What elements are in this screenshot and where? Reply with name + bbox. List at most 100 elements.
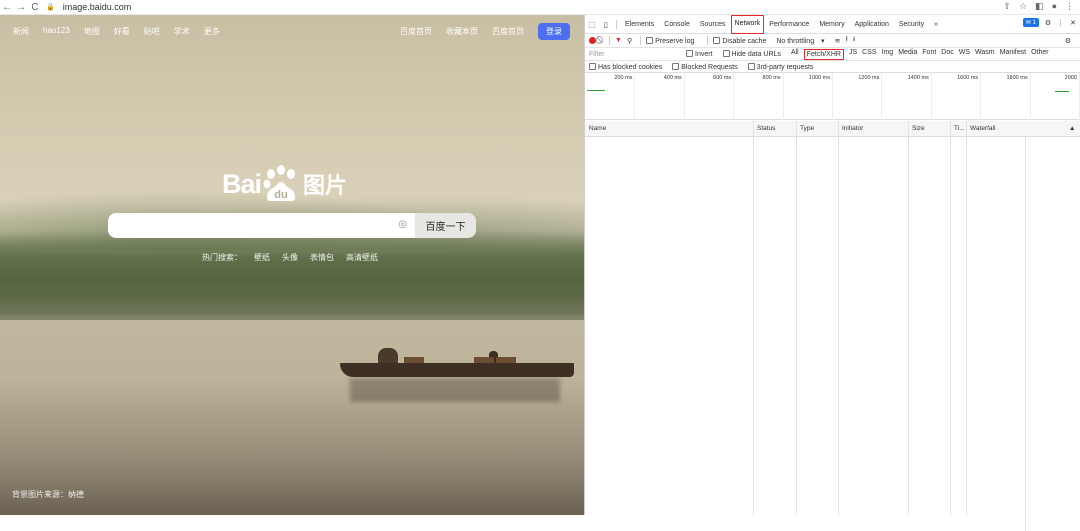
- nav-link[interactable]: 好看: [114, 26, 130, 37]
- column-header-name[interactable]: Name: [589, 125, 606, 132]
- nav-link[interactable]: 贴吧: [144, 26, 160, 37]
- tab-network[interactable]: Network: [730, 14, 765, 34]
- type-filter-doc[interactable]: Doc: [941, 49, 953, 60]
- nav-link[interactable]: 百度首页: [492, 26, 524, 37]
- filter-input[interactable]: Filter: [589, 51, 681, 58]
- hot-search-link[interactable]: 高清壁纸: [346, 252, 378, 263]
- timeline-tick-label: 1800 ms: [1006, 75, 1028, 81]
- invert-checkbox[interactable]: Invert: [686, 50, 718, 58]
- login-button[interactable]: 登录: [538, 22, 570, 40]
- reload-icon[interactable]: C: [28, 2, 42, 13]
- settings-gear-icon[interactable]: ⚙: [1045, 19, 1051, 27]
- star-icon[interactable]: ☆: [1019, 1, 1027, 12]
- hot-search-link[interactable]: 头像: [282, 252, 298, 263]
- background-trees: [0, 230, 584, 315]
- column-header-ti[interactable]: Ti...: [954, 125, 965, 132]
- tab-performance[interactable]: Performance: [764, 15, 814, 34]
- column-divider: [753, 121, 754, 515]
- has-blocked-cookies-checkbox[interactable]: Has blocked cookies: [589, 62, 667, 71]
- type-filter-other[interactable]: Other: [1031, 49, 1049, 60]
- tab-application[interactable]: Application: [850, 15, 894, 34]
- download-icon[interactable]: ⭳: [853, 35, 855, 46]
- search-icon[interactable]: ⚲: [627, 37, 632, 45]
- nav-link[interactable]: 新闻: [13, 26, 29, 37]
- preserve-log-checkbox[interactable]: Preserve log: [646, 36, 699, 45]
- filter-funnel-icon[interactable]: ▼: [615, 37, 622, 44]
- search-button[interactable]: 百度一下: [415, 213, 476, 238]
- type-filter-wasm[interactable]: Wasm: [975, 49, 995, 60]
- type-filter-ws[interactable]: WS: [959, 49, 970, 60]
- column-header-initiator[interactable]: Initiator: [842, 125, 863, 132]
- device-toggle-icon[interactable]: ▯: [599, 20, 613, 29]
- divider: [640, 36, 642, 45]
- more-icon[interactable]: ⋮: [1065, 1, 1074, 12]
- nav-link[interactable]: 学术: [174, 26, 190, 37]
- type-filter-fetchxhr[interactable]: Fetch/XHR: [803, 48, 844, 60]
- more-menu-icon[interactable]: ⋮: [1057, 19, 1064, 27]
- network-toolbar: ⃠ ▼ ⚲ Preserve log Disable cache No thro…: [585, 34, 1080, 48]
- nav-link[interactable]: hao123: [43, 26, 70, 37]
- requests-table-body: [585, 137, 1080, 515]
- column-header-status[interactable]: Status: [757, 125, 775, 132]
- throttling-select[interactable]: No throttling ▾: [776, 37, 829, 45]
- network-settings-gear-icon[interactable]: ⚙: [1065, 37, 1071, 45]
- search-input[interactable]: ◎: [108, 213, 415, 238]
- profile-icon[interactable]: ●: [1052, 1, 1057, 12]
- nav-link[interactable]: 收藏本页: [446, 26, 478, 37]
- forward-arrow-icon[interactable]: →: [14, 2, 28, 13]
- tab-[interactable]: »: [929, 15, 943, 34]
- type-filter-media[interactable]: Media: [898, 49, 917, 60]
- hot-searches: 热门搜索： 壁纸 头像 表情包 高清壁纸: [202, 252, 390, 263]
- tab-console[interactable]: Console: [659, 15, 695, 34]
- blocked-requests-checkbox[interactable]: Blocked Requests: [672, 62, 742, 71]
- devtools-actions: ✉ 1 ⚙ ⋮ ✕: [1022, 18, 1076, 27]
- close-icon[interactable]: ✕: [1070, 19, 1076, 27]
- type-filters: All Fetch/XHR JS CSS Img Media Font Doc WS Wasm Ma…: [791, 48, 1054, 60]
- devtools-tab-bar: ⬚ ▯ Elements Console Sources Network Perform…: [585, 14, 1080, 34]
- hot-search-link[interactable]: 壁纸: [254, 252, 270, 263]
- search-bar: ◎ 百度一下: [108, 213, 476, 238]
- type-filter-img[interactable]: Img: [882, 49, 894, 60]
- timeline-tick-label: 200 ms: [614, 75, 633, 81]
- inspect-icon[interactable]: ⬚: [585, 20, 599, 29]
- network-conditions-icon[interactable]: ≋: [835, 37, 841, 45]
- column-header-waterfall[interactable]: Waterfall: [970, 125, 995, 132]
- column-header-size[interactable]: Size: [912, 125, 925, 132]
- tab-sources[interactable]: Sources: [695, 15, 731, 34]
- type-filter-font[interactable]: Font: [922, 49, 936, 60]
- tab-security[interactable]: Security: [894, 15, 929, 34]
- type-filter-js[interactable]: JS: [849, 49, 857, 60]
- record-icon[interactable]: [589, 37, 596, 44]
- hot-search-link[interactable]: 表情包: [310, 252, 334, 263]
- address-bar[interactable]: image.baidu.com: [63, 2, 132, 12]
- type-filter-css[interactable]: CSS: [862, 49, 876, 60]
- nav-link[interactable]: 百度首页: [400, 26, 432, 37]
- paw-icon: du: [261, 165, 301, 203]
- sort-icon[interactable]: ▲: [1069, 125, 1075, 132]
- back-arrow-icon[interactable]: ←: [0, 2, 14, 13]
- disable-cache-checkbox[interactable]: Disable cache: [713, 36, 771, 45]
- invert-label: Invert: [695, 51, 713, 58]
- top-nav: 新闻 hao123 地图 好看 贴吧 学术 更多 百度首页 收藏本页 百度首页 登录: [0, 15, 584, 47]
- share-icon[interactable]: ⇪: [1003, 1, 1011, 12]
- column-header-type[interactable]: Type: [800, 125, 814, 132]
- timeline-tick-label: 800 ms: [762, 75, 781, 81]
- issues-badge[interactable]: ✉ 1: [1022, 18, 1039, 27]
- overview-timeline[interactable]: 200 ms 400 ms 600 ms 800 ms 1000 ms 1200 ms 14…: [585, 73, 1080, 120]
- third-party-checkbox[interactable]: 3rd-party requests: [747, 62, 819, 71]
- timeline-bar: [1055, 91, 1069, 92]
- tab-elements[interactable]: Elements: [620, 15, 659, 34]
- upload-icon[interactable]: ⭱: [845, 35, 847, 46]
- nav-link[interactable]: 更多: [204, 26, 220, 37]
- type-filter-manifest[interactable]: Manifest: [1000, 49, 1026, 60]
- timeline-tick-label: 1600 ms: [957, 75, 979, 81]
- divider: [707, 36, 709, 45]
- sidebar-icon[interactable]: ◧: [1035, 1, 1044, 12]
- type-filter-all[interactable]: All: [791, 49, 799, 60]
- image-credit: 背景图片来源：纳德: [12, 490, 84, 499]
- nav-link[interactable]: 地图: [84, 26, 100, 37]
- camera-icon[interactable]: ◎: [398, 219, 407, 230]
- hide-data-urls-checkbox[interactable]: Hide data URLs: [722, 50, 786, 58]
- tab-memory[interactable]: Memory: [814, 15, 849, 34]
- issues-count: 1: [1032, 20, 1036, 26]
